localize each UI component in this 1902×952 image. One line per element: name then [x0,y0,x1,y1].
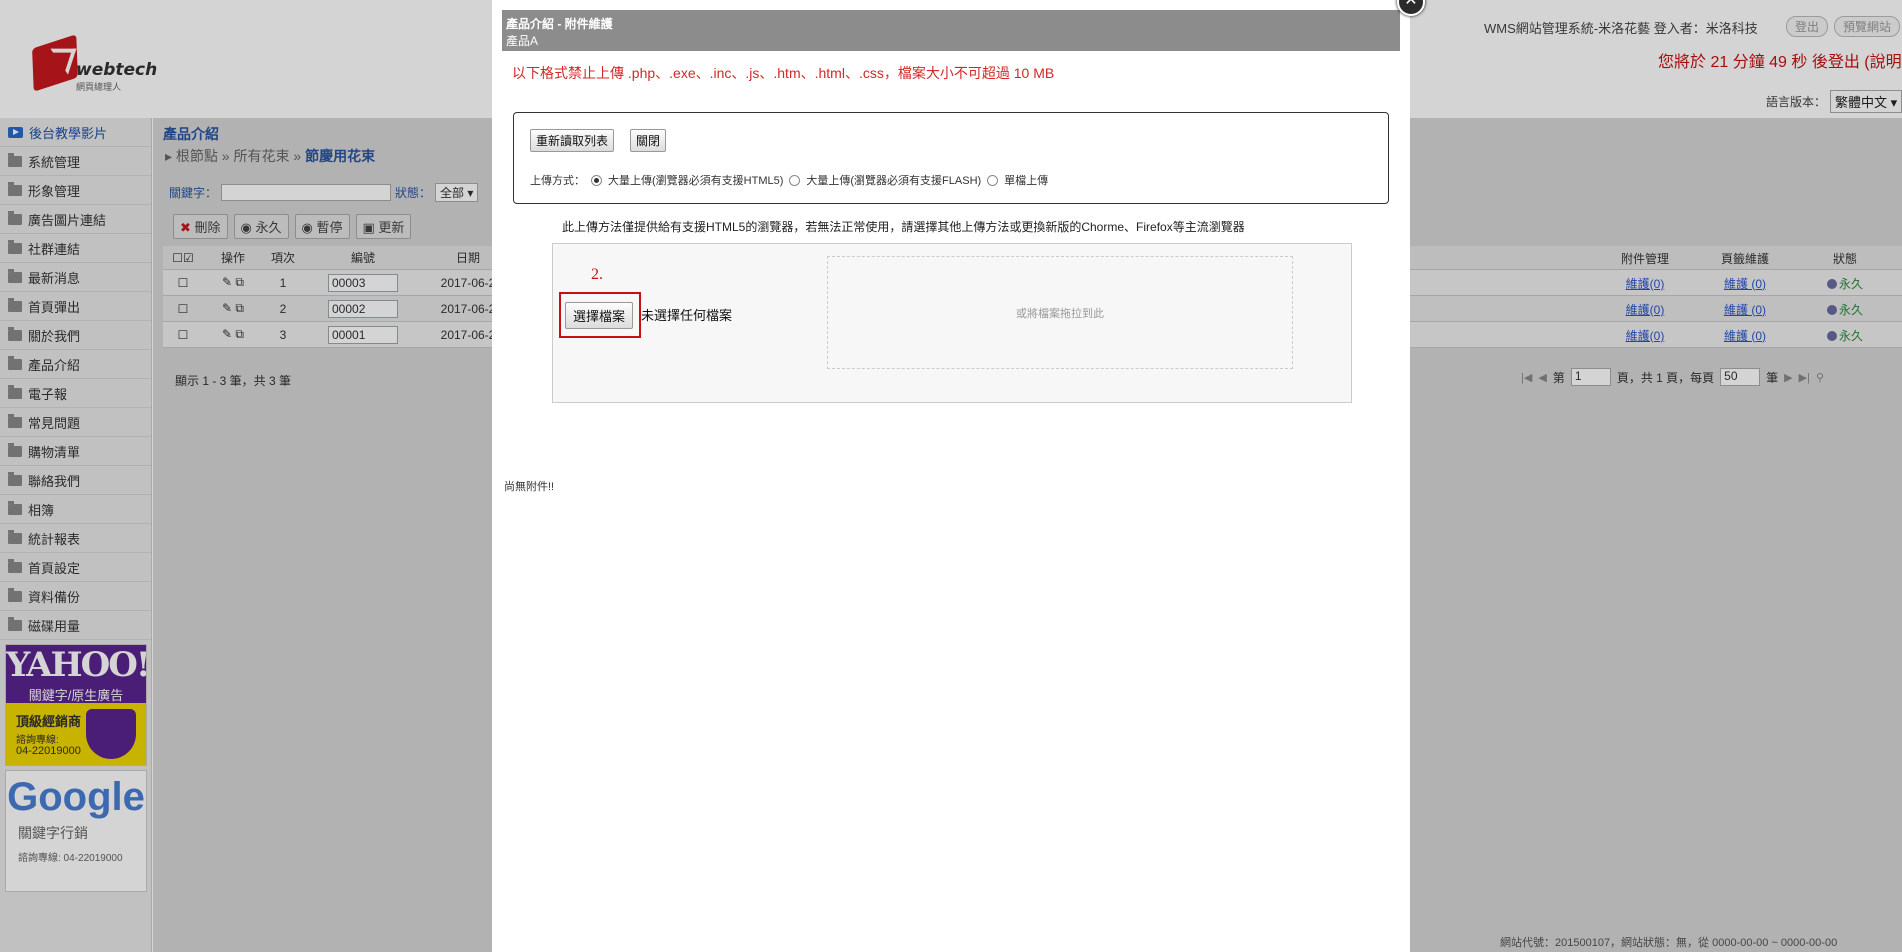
radio-label: 大量上傳(瀏覽器必須有支援HTML5) [608,175,784,187]
close-button[interactable]: 關閉 [630,129,667,152]
upload-options-box: 重新讀取列表 關閉 上傳方式： 大量上傳(瀏覽器必須有支援HTML5) 大量上傳… [513,112,1389,204]
reload-list-button[interactable]: 重新讀取列表 [530,129,615,152]
upload-mode-group: 上傳方式： 大量上傳(瀏覽器必須有支援HTML5) 大量上傳(瀏覽器必須有支援F… [530,172,1048,188]
radio-label: 大量上傳(瀏覽器必須有支援FLASH) [806,175,982,187]
radio-label: 單檔上傳 [1004,175,1049,187]
upload-warning: 以下格式禁止上傳 .php、.exe、.inc、.js、.htm、.html、.… [512,65,1055,81]
radio-single[interactable] [987,174,999,186]
radio-flash[interactable] [789,174,801,186]
modal-title: 產品介紹 - 附件維護 [506,17,613,31]
step-marker: 2. [591,266,603,283]
no-file-text: 未選擇任何檔案 [641,308,733,323]
radio-html5[interactable] [591,174,602,186]
choose-file-button[interactable]: 選擇檔案 [565,302,634,329]
upload-panel: 2. 選擇檔案 未選擇任何檔案 或將檔案拖拉到此 [552,243,1352,403]
drop-zone-text: 或將檔案拖拉到此 [1016,307,1104,320]
browser-note: 此上傳方法僅提供給有支援HTML5的瀏覽器，若無法正常使用，請選擇其他上傳方法或… [562,220,1245,234]
attachment-modal: 產品介紹 - 附件維護 產品A 以下格式禁止上傳 .php、.exe、.inc、… [492,0,1410,952]
modal-header: 產品介紹 - 附件維護 產品A [502,10,1400,51]
no-attachment-text: 尚無附件!! [504,481,555,493]
drop-zone[interactable]: 或將檔案拖拉到此 [827,256,1293,369]
upload-mode-label: 上傳方式： [530,175,585,187]
modal-subtitle: 產品A [506,34,539,48]
